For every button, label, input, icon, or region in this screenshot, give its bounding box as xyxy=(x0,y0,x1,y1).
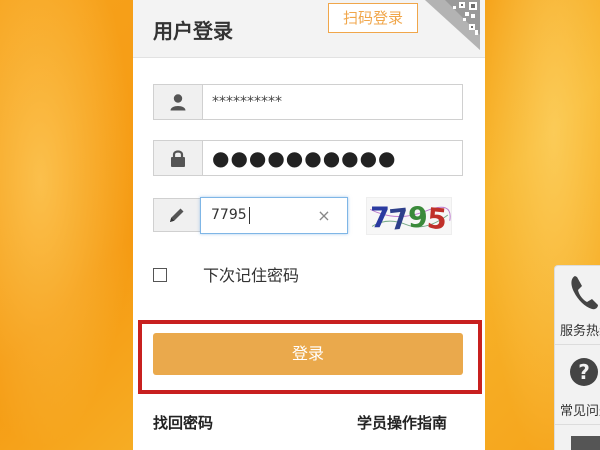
username-field[interactable]: ********** xyxy=(153,84,463,120)
username-value: ********** xyxy=(212,94,282,110)
remember-label: 下次记住密码 xyxy=(203,266,300,285)
captcha-field[interactable]: 7795 × xyxy=(153,197,348,235)
side-item-faq[interactable]: ? 常见问题 xyxy=(555,346,600,425)
qr-code-icon[interactable] xyxy=(425,0,480,50)
captcha-value: 7795 xyxy=(211,207,247,223)
pencil-icon xyxy=(170,208,184,222)
qr-login-tab[interactable]: 扫码登录 xyxy=(328,3,418,33)
side-item-partial[interactable] xyxy=(571,436,600,450)
svg-text:5: 5 xyxy=(426,202,449,235)
remember-checkbox[interactable] xyxy=(153,268,167,282)
password-addon xyxy=(154,141,203,175)
background-glow-left xyxy=(0,0,135,450)
user-icon xyxy=(170,94,186,111)
login-title: 用户登录 xyxy=(153,19,233,43)
captcha-image[interactable]: 7 7 9 5 7795 xyxy=(366,197,452,235)
username-addon xyxy=(154,85,203,119)
forgot-password-link[interactable]: 找回密码 xyxy=(153,412,213,433)
svg-text:?: ? xyxy=(578,360,590,384)
login-header: 用户登录 扫码登录 xyxy=(133,0,485,58)
login-button[interactable]: 登录 xyxy=(153,333,463,375)
side-service-strip: 服务热线 ? 常见问题 xyxy=(554,265,600,450)
password-field[interactable]: ●●●●●●●●●● xyxy=(153,140,463,176)
captcha-addon xyxy=(153,198,201,232)
svg-text:9: 9 xyxy=(408,201,428,234)
side-hotline-label: 服务热线 xyxy=(560,324,600,339)
lock-icon xyxy=(171,150,185,167)
side-item-hotline[interactable]: 服务热线 xyxy=(555,266,600,345)
side-faq-label: 常见问题 xyxy=(560,404,600,419)
clear-icon[interactable]: × xyxy=(314,198,334,233)
login-panel: 用户登录 扫码登录 ********** ●●●●●●●●●● 7795 × 7… xyxy=(133,0,485,450)
password-value: ●●●●●●●●●● xyxy=(212,146,397,170)
text-caret xyxy=(249,207,250,224)
captcha-input[interactable]: 7795 × xyxy=(200,197,348,234)
question-icon: ? xyxy=(570,358,598,386)
phone-icon xyxy=(571,276,598,310)
student-guide-link[interactable]: 学员操作指南 xyxy=(357,412,447,433)
